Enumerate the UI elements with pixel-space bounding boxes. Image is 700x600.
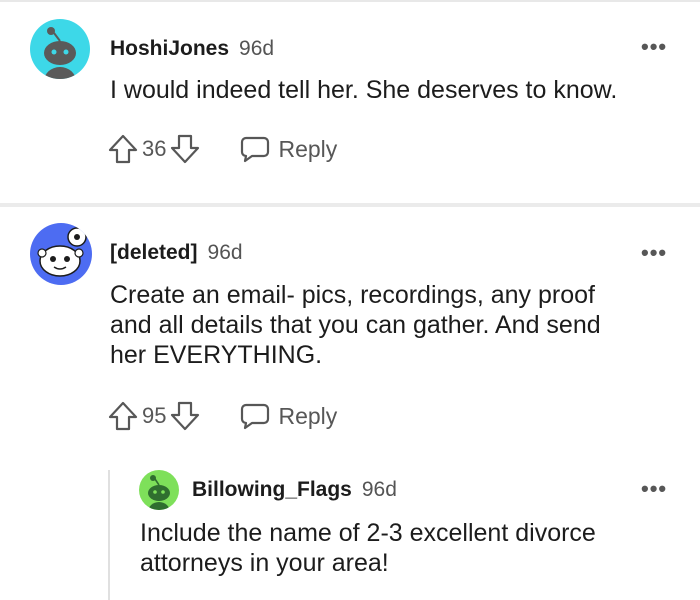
reply-button[interactable]: Reply bbox=[240, 402, 337, 430]
divider bbox=[0, 203, 700, 207]
thread-line[interactable] bbox=[108, 470, 110, 600]
author-name[interactable]: HoshiJones bbox=[110, 37, 229, 60]
comment-age: 96d bbox=[361, 478, 397, 501]
author-name[interactable]: [deleted] bbox=[110, 241, 198, 264]
comment-text-line: and all details that you can gather. And… bbox=[110, 311, 601, 339]
downvote-icon[interactable] bbox=[170, 133, 200, 165]
more-options-icon[interactable]: ••• bbox=[641, 242, 667, 264]
reply-label: Reply bbox=[278, 135, 338, 162]
downvote-icon[interactable] bbox=[170, 400, 200, 432]
comment-actions: 95 Reply bbox=[108, 400, 337, 432]
more-options-icon[interactable]: ••• bbox=[641, 36, 667, 58]
reply-icon bbox=[241, 136, 270, 163]
comment-age: 96d bbox=[239, 37, 275, 60]
vote-score: 95 bbox=[142, 403, 167, 428]
comment-text-line: her EVERYTHING. bbox=[110, 341, 323, 369]
comment-text: Include the name of 2-3 excellent divorc… bbox=[140, 518, 596, 578]
comment-age: 96d bbox=[207, 241, 243, 264]
avatar[interactable] bbox=[139, 470, 179, 510]
reply-button[interactable]: Reply bbox=[240, 135, 337, 163]
more-options-icon[interactable]: ••• bbox=[641, 478, 667, 500]
upvote-icon[interactable] bbox=[108, 133, 138, 165]
reply-label: Reply bbox=[278, 402, 338, 429]
comment-text-line: Create an email- pics, recordings, any p… bbox=[110, 281, 595, 309]
comment-thread: HoshiJones 96d ••• I would indeed tell he… bbox=[0, 0, 700, 600]
comment-text-line: Include the name of 2-3 excellent divorc… bbox=[140, 519, 596, 547]
avatar[interactable] bbox=[30, 223, 92, 285]
comment-author[interactable]: Billowing_Flags 96d bbox=[192, 478, 397, 502]
comment-actions: 36 Reply bbox=[108, 133, 337, 165]
comment-text: Create an email- pics, recordings, any p… bbox=[110, 280, 601, 370]
comment-author[interactable]: [deleted] 96d bbox=[110, 241, 243, 265]
comment-text: I would indeed tell her. She deserves to… bbox=[110, 76, 618, 104]
upvote-icon[interactable] bbox=[108, 400, 138, 432]
divider bbox=[0, 0, 700, 2]
avatar[interactable] bbox=[30, 19, 90, 79]
comment-author[interactable]: HoshiJones 96d bbox=[110, 37, 274, 61]
comment-text-line: attorneys in your area! bbox=[140, 549, 389, 577]
vote-score: 36 bbox=[142, 136, 167, 161]
reply-icon bbox=[241, 403, 270, 430]
author-name[interactable]: Billowing_Flags bbox=[192, 478, 352, 501]
